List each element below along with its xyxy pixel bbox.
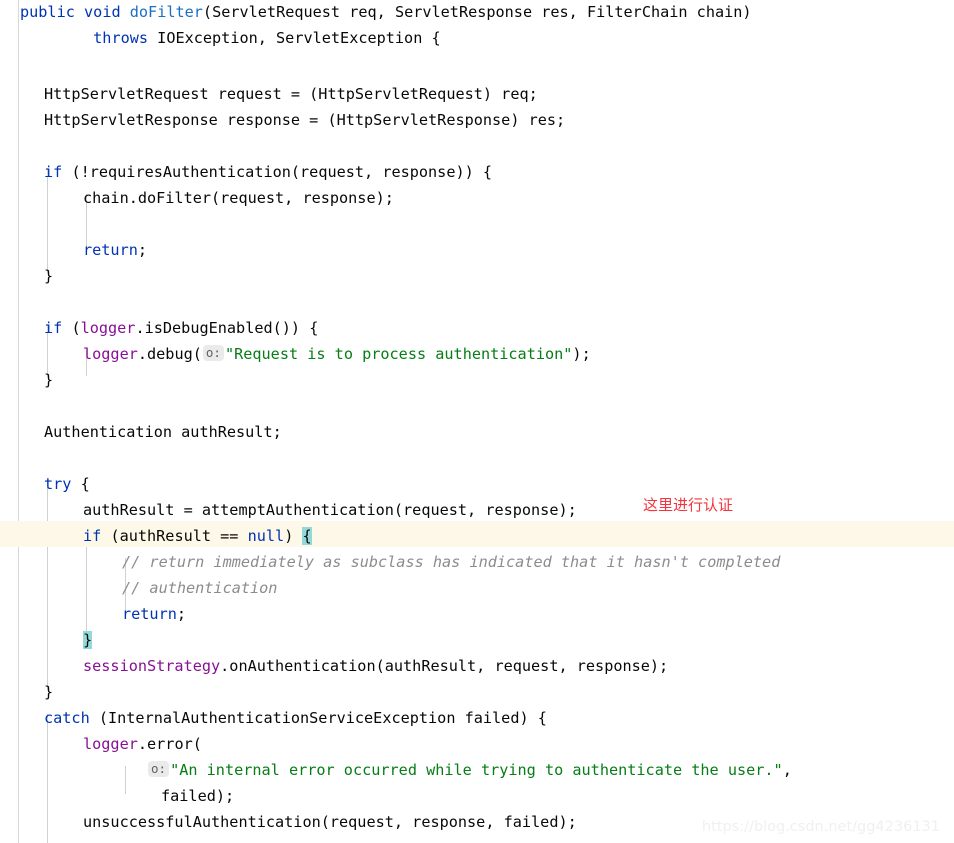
- code-line-32: unsuccessfulAuthentication(request, resp…: [83, 809, 577, 835]
- code-line-19: try {: [44, 475, 90, 493]
- code-line-31: failed);: [161, 783, 234, 809]
- code-line-2: throws IOException, ServletException {: [20, 25, 441, 51]
- token-catch-clause: (InternalAuthenticationServiceException …: [89, 709, 547, 727]
- watermark-url: https://blog.csdn.net/gg4236131: [701, 819, 940, 835]
- token-decl-response: HttpServletResponse response = (HttpServ…: [44, 111, 566, 129]
- token-field-logger: logger: [83, 735, 138, 753]
- code-line-8: chain.doFilter(request, response);: [83, 185, 394, 211]
- matched-brace-close: }: [83, 631, 93, 649]
- token-field-logger: logger: [80, 319, 136, 337]
- code-lines[interactable]: public void doFilter(ServletRequest req,…: [0, 0, 954, 843]
- code-line-26: sessionStrategy.onAuthentication(authRes…: [83, 653, 668, 679]
- code-line-17: Authentication authResult;: [44, 419, 282, 445]
- token-string-error-message: "An internal error occurred while trying…: [170, 761, 783, 779]
- code-line-20: authResult = attemptAuthentication(reque…: [83, 497, 577, 523]
- code-line-30: o: "An internal error occurred while tryi…: [83, 757, 792, 783]
- token-throws-list: IOException, ServletException {: [148, 29, 441, 47]
- token-close-brace: }: [44, 267, 54, 285]
- token-method-dofilter: doFilter: [129, 3, 203, 21]
- code-line-11: }: [44, 263, 53, 289]
- code-line-4: HttpServletRequest request = (HttpServle…: [44, 81, 538, 107]
- token-string-debug-message: "Request is to process authentication": [224, 345, 573, 363]
- token-close-brace: }: [44, 371, 54, 389]
- code-line-7: if (!requiresAuthentication(request, res…: [44, 159, 492, 185]
- token-debug-call: .debug(: [137, 345, 202, 363]
- code-line-13: if (logger.isDebugEnabled()) {: [44, 319, 319, 337]
- token-signature-params: (ServletRequest req, ServletResponse res…: [202, 3, 752, 21]
- token-comment: // authentication: [122, 579, 278, 597]
- token-decl-request: HttpServletRequest request = (HttpServle…: [44, 85, 538, 103]
- token-isdebugenabled-call: .isDebugEnabled()) {: [135, 319, 319, 337]
- code-line-22: // return immediately as subclass has in…: [122, 549, 780, 575]
- token-field-sessionstrategy: sessionStrategy: [83, 657, 221, 675]
- token-keyword-void: void: [84, 3, 121, 21]
- code-line-10: return;: [83, 241, 148, 259]
- code-line-28: catch (InternalAuthenticationServiceExce…: [44, 705, 547, 731]
- token-keyword-if: if: [83, 527, 102, 545]
- code-line-1: public void doFilter(ServletRequest req,…: [20, 0, 752, 25]
- token-field-logger: logger: [83, 345, 138, 363]
- code-line-27: }: [44, 679, 53, 705]
- parameter-hint-badge[interactable]: o:: [202, 345, 224, 361]
- token-keyword-if: if: [44, 319, 63, 337]
- code-line-15: }: [44, 367, 53, 393]
- token-keyword-public: public: [20, 3, 75, 21]
- code-line-5: HttpServletResponse response = (HttpServ…: [44, 107, 565, 133]
- red-annotation-label: 这里进行认证: [643, 496, 734, 514]
- token-error-call: .error(: [137, 735, 202, 753]
- token-decl-authresult: Authentication authResult;: [44, 423, 282, 441]
- code-line-14: logger.debug(o: "Request is to process au…: [83, 345, 591, 363]
- code-line-29: logger.error(: [83, 731, 202, 757]
- code-line-23: // authentication: [122, 575, 277, 601]
- token-close-brace: }: [44, 683, 54, 701]
- token-unsuccessful-authentication: unsuccessfulAuthentication(request, resp…: [83, 813, 577, 831]
- token-if-condition: (!requiresAuthentication(request, respon…: [62, 163, 493, 181]
- token-keyword-throws: throws: [93, 29, 149, 47]
- code-line-21: if (authResult == null) {: [83, 527, 312, 545]
- token-keyword-return: return: [83, 241, 138, 259]
- token-keyword-null: null: [247, 527, 285, 545]
- token-keyword-catch: catch: [44, 709, 90, 727]
- code-line-25: }: [83, 627, 93, 653]
- token-attempt-authentication: authResult = attemptAuthentication(reque…: [83, 501, 577, 519]
- token-arg-failed: failed);: [161, 787, 235, 805]
- token-comment: // return immediately as subclass has in…: [122, 553, 781, 571]
- token-onauthentication-call: .onAuthentication(authResult, request, r…: [220, 657, 669, 675]
- token-keyword-try: try: [44, 475, 72, 493]
- parameter-hint-badge[interactable]: o:: [148, 761, 170, 777]
- token-keyword-return: return: [122, 605, 177, 623]
- token-chain-dofilter: chain.doFilter(request, response);: [83, 189, 394, 207]
- code-editor-pane[interactable]: public void doFilter(ServletRequest req,…: [0, 0, 954, 843]
- token-keyword-if: if: [44, 163, 63, 181]
- matched-brace-open: {: [302, 527, 312, 545]
- code-line-24: return;: [122, 605, 187, 623]
